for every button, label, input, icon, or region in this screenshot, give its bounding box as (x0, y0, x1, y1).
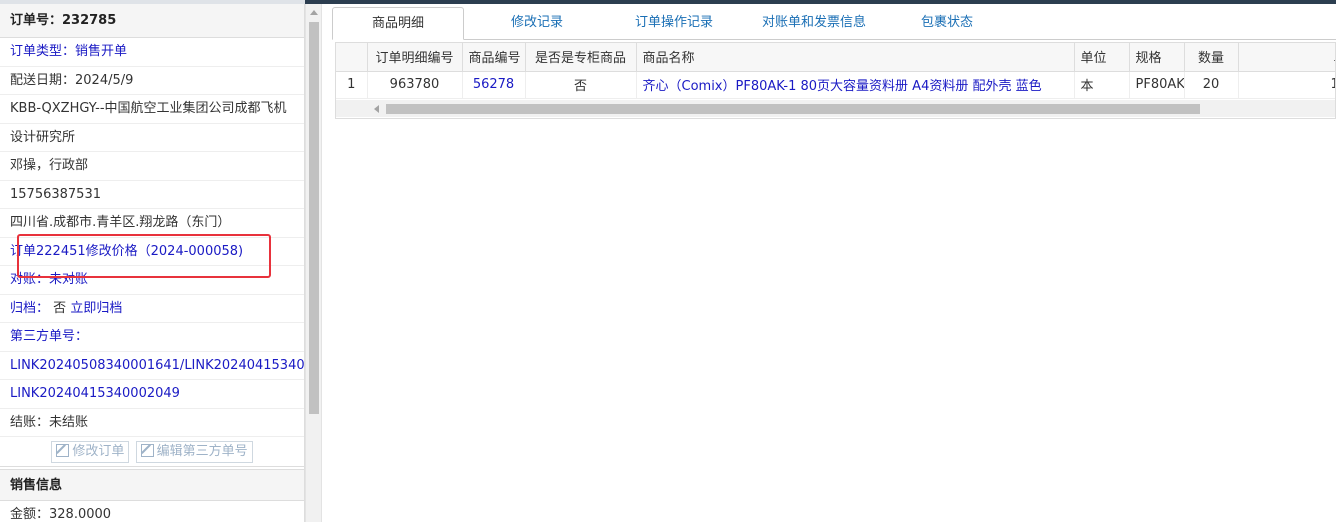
tab-bar: 商品明细 修改记录 订单操作记录 对账单和发票信息 包裹状态 (332, 7, 1336, 40)
edit-order-label: 修改订单 (72, 444, 125, 459)
cell-unit: 本 (1074, 71, 1130, 99)
cell-quantity: 20 (1184, 71, 1239, 99)
product-grid: 订单明细编号 商品编号 是否是专柜商品 商品名称 单位 规格 数量 单价 1 9… (335, 42, 1336, 119)
edit-icon (56, 444, 70, 457)
delivery-address: 四川省.成都市.青羊区.翔龙路（东门） (0, 209, 304, 238)
left-panel-scrollbar[interactable] (305, 4, 322, 522)
grid-header-row: 订单明细编号 商品编号 是否是专柜商品 商品名称 单位 规格 数量 单价 (336, 43, 1335, 72)
cell-index: 1 (336, 71, 368, 99)
third-party-number-line1[interactable]: LINK20240508340001641/LINK20240415340002… (0, 352, 304, 380)
col-header-product-id[interactable]: 商品编号 (462, 43, 526, 72)
edit-third-party-label: 编辑第三方单号 (156, 444, 248, 459)
tab-statement-invoice[interactable]: 对账单和发票信息 (744, 7, 884, 40)
cell-unit-price: 16.4 (1238, 71, 1335, 99)
grid-horizontal-scrollbar[interactable] (336, 100, 1335, 117)
edit-third-party-button[interactable]: 编辑第三方单号 (135, 441, 253, 463)
col-header-product-name[interactable]: 商品名称 (636, 43, 1075, 72)
third-party-number-line2[interactable]: LINK20240415340002049 (0, 380, 304, 409)
delivery-date: 配送日期：2024/5/9 (0, 67, 304, 95)
third-party-label: 第三方单号： (0, 323, 304, 352)
sales-amount: 金额：328.0000 (0, 501, 304, 522)
cell-detail-id: 963780 (367, 71, 463, 99)
tab-product-details[interactable]: 商品明细 (332, 7, 464, 40)
archive-value: 否 (53, 300, 67, 316)
cell-counter-product: 否 (525, 71, 637, 99)
tab-modification-log[interactable]: 修改记录 (482, 7, 592, 40)
order-type-label: 订单类型： (10, 44, 76, 59)
table-row[interactable]: 1 963780 56278 否 齐心（Comix）PF80AK-1 80页大容… (336, 71, 1335, 99)
settlement-status: 结账：未结账 (0, 409, 304, 437)
edit-icon (140, 444, 154, 457)
archive-now-link[interactable]: 立即归档 (70, 301, 122, 316)
archive-row: 归档： 否 立即归档 (0, 295, 304, 323)
reconcile-status: 对账：未对账 (0, 266, 304, 295)
detail-panel: 商品明细 修改记录 订单操作记录 对账单和发票信息 包裹状态 订单明细编号 商品… (322, 4, 1336, 522)
tab-order-operation-log[interactable]: 订单操作记录 (614, 7, 734, 40)
cell-product-name-link[interactable]: 齐心（Comix）PF80AK-1 80页大容量资料册 A4资料册 配外壳 蓝色 (636, 71, 1075, 99)
cell-spec: PF80AK (1129, 71, 1185, 99)
phone-number: 15756387531 (0, 181, 304, 209)
order-number-header: 订单号：232785 (0, 4, 304, 38)
scrollbar-thumb[interactable] (309, 22, 319, 414)
col-header-index (336, 43, 368, 72)
action-buttons: 修改订单 编辑第三方单号 (0, 437, 304, 467)
scroll-up-icon[interactable] (310, 10, 318, 15)
order-type-row: 订单类型：销售开单 (0, 38, 304, 67)
customer-name-line1: KBB-QXZHGY--中国航空工业集团公司成都飞机 (0, 95, 304, 124)
contact-person: 邓操，行政部 (0, 152, 304, 181)
scroll-left-icon[interactable] (374, 105, 379, 113)
col-header-quantity[interactable]: 数量 (1184, 43, 1239, 72)
customer-name-line2: 设计研究所 (0, 124, 304, 152)
col-header-counter-product[interactable]: 是否是专柜商品 (525, 43, 637, 72)
col-header-detail-id[interactable]: 订单明细编号 (367, 43, 463, 72)
horizontal-scrollbar-thumb[interactable] (386, 104, 1200, 114)
col-header-unit[interactable]: 单位 (1074, 43, 1130, 72)
col-header-spec[interactable]: 规格 (1129, 43, 1185, 72)
archive-label: 归档： (10, 300, 50, 316)
order-info-panel: 订单号：232785 订单类型：销售开单 配送日期：2024/5/9 KBB-Q… (0, 4, 305, 522)
order-type-value: 销售开单 (75, 44, 128, 59)
col-header-unit-price[interactable]: 单价 (1238, 43, 1335, 72)
sales-info-header: 销售信息 (0, 469, 304, 501)
edit-order-button[interactable]: 修改订单 (51, 441, 130, 463)
price-change-link[interactable]: 订单222451修改价格（2024-000058) (0, 238, 304, 266)
cell-product-id-link[interactable]: 56278 (462, 71, 526, 99)
tab-package-status[interactable]: 包裹状态 (902, 7, 992, 40)
